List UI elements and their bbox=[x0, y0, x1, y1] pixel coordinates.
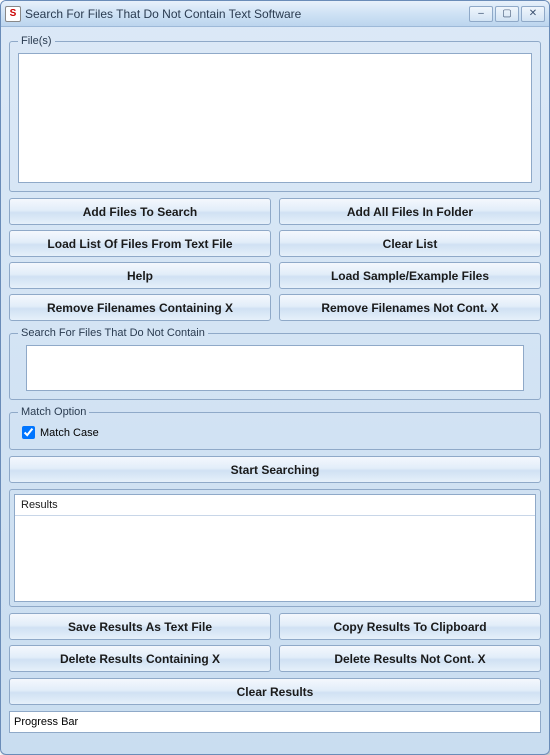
help-button[interactable]: Help bbox=[9, 262, 271, 289]
main-window: S Search For Files That Do Not Contain T… bbox=[0, 0, 550, 755]
match-option-legend: Match Option bbox=[18, 406, 89, 418]
load-list-button[interactable]: Load List Of Files From Text File bbox=[9, 230, 271, 257]
window-controls: – ▢ ✕ bbox=[469, 6, 545, 22]
delete-not-containing-button[interactable]: Delete Results Not Cont. X bbox=[279, 645, 541, 672]
bottom-button-grid: Save Results As Text File Copy Results T… bbox=[9, 613, 541, 672]
remove-not-containing-button[interactable]: Remove Filenames Not Cont. X bbox=[279, 294, 541, 321]
files-legend: File(s) bbox=[18, 35, 55, 47]
delete-containing-button[interactable]: Delete Results Containing X bbox=[9, 645, 271, 672]
add-files-button[interactable]: Add Files To Search bbox=[9, 198, 271, 225]
remove-containing-button[interactable]: Remove Filenames Containing X bbox=[9, 294, 271, 321]
client-area: File(s) Add Files To Search Add All File… bbox=[1, 27, 549, 754]
copy-results-button[interactable]: Copy Results To Clipboard bbox=[279, 613, 541, 640]
window-title: Search For Files That Do Not Contain Tex… bbox=[25, 7, 469, 21]
clear-results-button[interactable]: Clear Results bbox=[9, 678, 541, 705]
load-sample-button[interactable]: Load Sample/Example Files bbox=[279, 262, 541, 289]
close-button[interactable]: ✕ bbox=[521, 6, 545, 22]
files-listbox[interactable] bbox=[18, 53, 532, 183]
app-icon: S bbox=[5, 6, 21, 22]
add-all-folder-button[interactable]: Add All Files In Folder bbox=[279, 198, 541, 225]
save-results-button[interactable]: Save Results As Text File bbox=[9, 613, 271, 640]
search-text-legend: Search For Files That Do Not Contain bbox=[18, 327, 208, 339]
minimize-button[interactable]: – bbox=[469, 6, 493, 22]
match-case-checkbox[interactable] bbox=[22, 426, 35, 439]
maximize-button[interactable]: ▢ bbox=[495, 6, 519, 22]
results-group: Results bbox=[9, 489, 541, 607]
search-text-input[interactable] bbox=[26, 345, 524, 391]
results-header: Results bbox=[15, 495, 535, 516]
search-text-group: Search For Files That Do Not Contain bbox=[9, 327, 541, 400]
match-case-row: Match Case bbox=[18, 424, 532, 441]
match-case-label[interactable]: Match Case bbox=[40, 427, 99, 439]
titlebar: S Search For Files That Do Not Contain T… bbox=[1, 1, 549, 27]
files-group: File(s) bbox=[9, 35, 541, 192]
match-option-group: Match Option Match Case bbox=[9, 406, 541, 450]
top-button-grid: Add Files To Search Add All Files In Fol… bbox=[9, 198, 541, 321]
start-searching-button[interactable]: Start Searching bbox=[9, 456, 541, 483]
results-listbox[interactable]: Results bbox=[14, 494, 536, 602]
progress-bar-field[interactable] bbox=[9, 711, 541, 733]
clear-list-button[interactable]: Clear List bbox=[279, 230, 541, 257]
